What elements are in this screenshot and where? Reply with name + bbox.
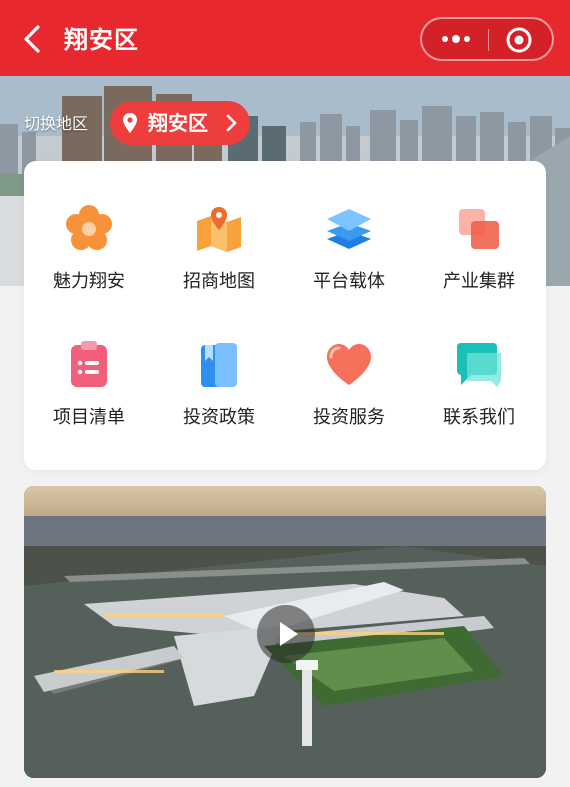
page-title: 翔安区	[64, 26, 139, 54]
menu-item-charm[interactable]: 魅力翔安	[24, 203, 154, 313]
menu-item-label: 招商地图	[183, 271, 255, 292]
feature-menu-card: 魅力翔安 招商地图 平台载体 产业集群 项目清单 投资政策 投资服务 联系我们	[24, 161, 546, 470]
clipboard-icon	[71, 341, 107, 387]
menu-item-investment-service[interactable]: 投资服务	[284, 339, 414, 449]
menu-item-label: 项目清单	[53, 407, 125, 428]
chevron-right-icon	[226, 114, 237, 132]
promo-video[interactable]	[24, 486, 546, 778]
flower-icon	[66, 205, 112, 250]
capsule-divider	[488, 29, 489, 51]
district-selector[interactable]: 翔安区	[110, 101, 250, 145]
menu-item-industry-cluster[interactable]: 产业集群	[414, 203, 544, 313]
menu-item-platform[interactable]: 平台载体	[284, 203, 414, 313]
chat-icon	[457, 343, 501, 387]
heart-icon	[327, 344, 371, 385]
book-icon	[201, 343, 237, 387]
close-target-icon[interactable]	[504, 25, 534, 55]
mini-program-capsule	[420, 17, 554, 61]
map-icon	[197, 207, 241, 252]
menu-item-contact-us[interactable]: 联系我们	[414, 339, 544, 449]
menu-item-project-list[interactable]: 项目清单	[24, 339, 154, 449]
layers-icon	[327, 209, 371, 249]
cluster-icon	[459, 209, 499, 249]
back-arrow-icon[interactable]	[20, 24, 46, 54]
menu-item-label: 联系我们	[443, 407, 515, 428]
menu-item-label: 平台载体	[313, 271, 385, 292]
menu-item-investment-map[interactable]: 招商地图	[154, 203, 284, 313]
top-nav-bar: 翔安区	[0, 0, 570, 76]
more-dots-icon[interactable]	[432, 25, 482, 53]
menu-item-investment-policy[interactable]: 投资政策	[154, 339, 284, 449]
district-name: 翔安区	[148, 111, 208, 135]
menu-item-label: 投资政策	[183, 407, 255, 428]
location-pin-icon	[123, 113, 137, 133]
menu-item-label: 投资服务	[313, 407, 385, 428]
play-icon[interactable]	[256, 604, 316, 664]
menu-item-label: 魅力翔安	[53, 271, 125, 292]
switch-region-label: 切换地区	[24, 114, 89, 133]
menu-item-label: 产业集群	[443, 271, 515, 292]
